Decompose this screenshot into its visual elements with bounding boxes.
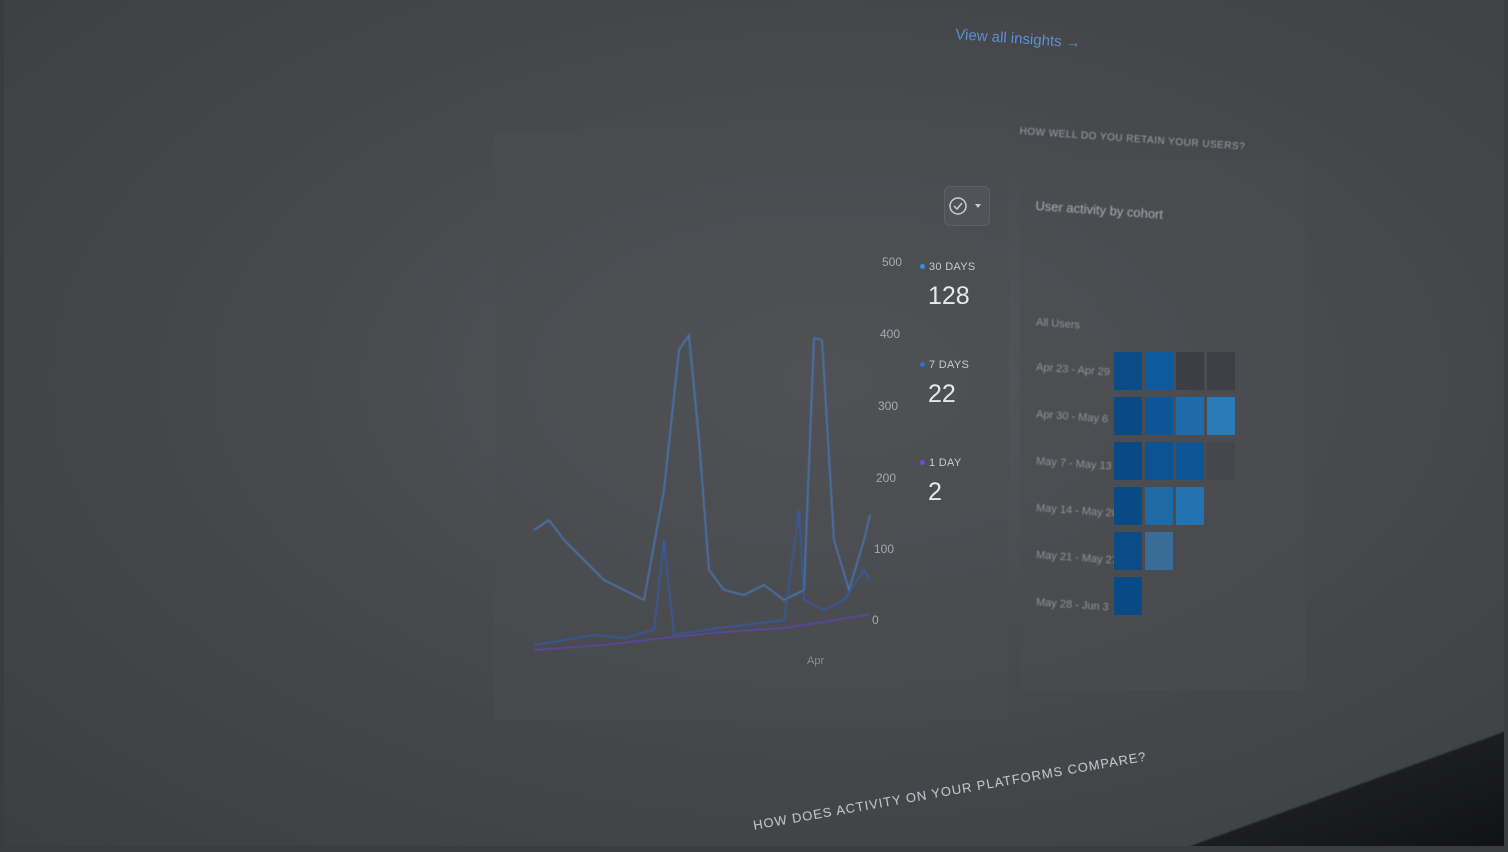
legend-value: 22 bbox=[928, 380, 956, 408]
check-circle-icon bbox=[949, 197, 981, 215]
chart-filter-button[interactable] bbox=[944, 186, 990, 226]
heatmap-cell bbox=[1176, 442, 1204, 480]
heatmap-cell bbox=[1145, 442, 1173, 480]
y-tick-label: 200 bbox=[876, 471, 896, 485]
chevron-down-icon bbox=[975, 204, 981, 208]
monitor-bezel bbox=[1184, 706, 1504, 846]
legend-value: 2 bbox=[928, 478, 942, 506]
heatmap-cell bbox=[1145, 487, 1173, 525]
retention-section-title: HOW WELL DO YOU RETAIN YOUR USERS? bbox=[1019, 126, 1246, 153]
legend-item: 7 DAYS 22 bbox=[920, 356, 969, 409]
platforms-section-title: HOW DOES ACTIVITY ON YOUR PLATFORMS COMP… bbox=[752, 748, 1148, 833]
x-tick-label: Apr bbox=[807, 655, 824, 667]
heatmap-cell bbox=[1114, 442, 1142, 480]
legend-item: 30 DAYS 128 bbox=[920, 258, 976, 311]
heatmap-cell bbox=[1176, 397, 1204, 435]
y-tick-label: 400 bbox=[880, 327, 900, 341]
legend-label: 1 DAY bbox=[929, 456, 962, 469]
legend-dot-icon bbox=[920, 264, 925, 270]
series-line-1-day bbox=[533, 613, 871, 651]
heatmap-cell bbox=[1114, 487, 1142, 525]
view-all-insights-link[interactable]: View all insights → bbox=[955, 26, 1082, 52]
legend-dot-icon bbox=[920, 362, 925, 368]
heatmap-cell bbox=[1145, 397, 1173, 435]
heatmap-cell bbox=[1207, 352, 1235, 390]
heatmap-cell bbox=[1114, 352, 1142, 390]
y-tick-label: 300 bbox=[878, 399, 898, 413]
legend-label: 7 DAYS bbox=[929, 358, 970, 371]
y-tick-label: 0 bbox=[872, 613, 879, 627]
heatmap-cell bbox=[1207, 442, 1235, 480]
heatmap-cell bbox=[1207, 397, 1235, 435]
heatmap-cell bbox=[1176, 487, 1204, 525]
heatmap-cell bbox=[1176, 352, 1204, 390]
legend-value: 128 bbox=[928, 282, 970, 310]
heatmap-cell bbox=[1145, 532, 1173, 570]
monitor-photo: View all insights → HOW WELL DO YOU RETA… bbox=[4, 0, 1504, 846]
heatmap-cell bbox=[1114, 577, 1142, 615]
y-tick-label: 500 bbox=[882, 255, 902, 269]
heatmap-cell bbox=[1145, 352, 1173, 390]
legend-dot-icon bbox=[920, 460, 925, 466]
activity-line-chart: 500 400 300 200 100 0 Apr bbox=[533, 255, 902, 667]
heatmap-cell bbox=[1114, 397, 1142, 435]
series-line-30-days bbox=[533, 332, 871, 602]
legend-label: 30 DAYS bbox=[929, 260, 976, 273]
legend-item: 1 DAY 2 bbox=[920, 454, 961, 507]
heatmap-cell bbox=[1114, 532, 1142, 570]
y-tick-label: 100 bbox=[874, 542, 894, 556]
series-line-7-days bbox=[533, 509, 871, 646]
